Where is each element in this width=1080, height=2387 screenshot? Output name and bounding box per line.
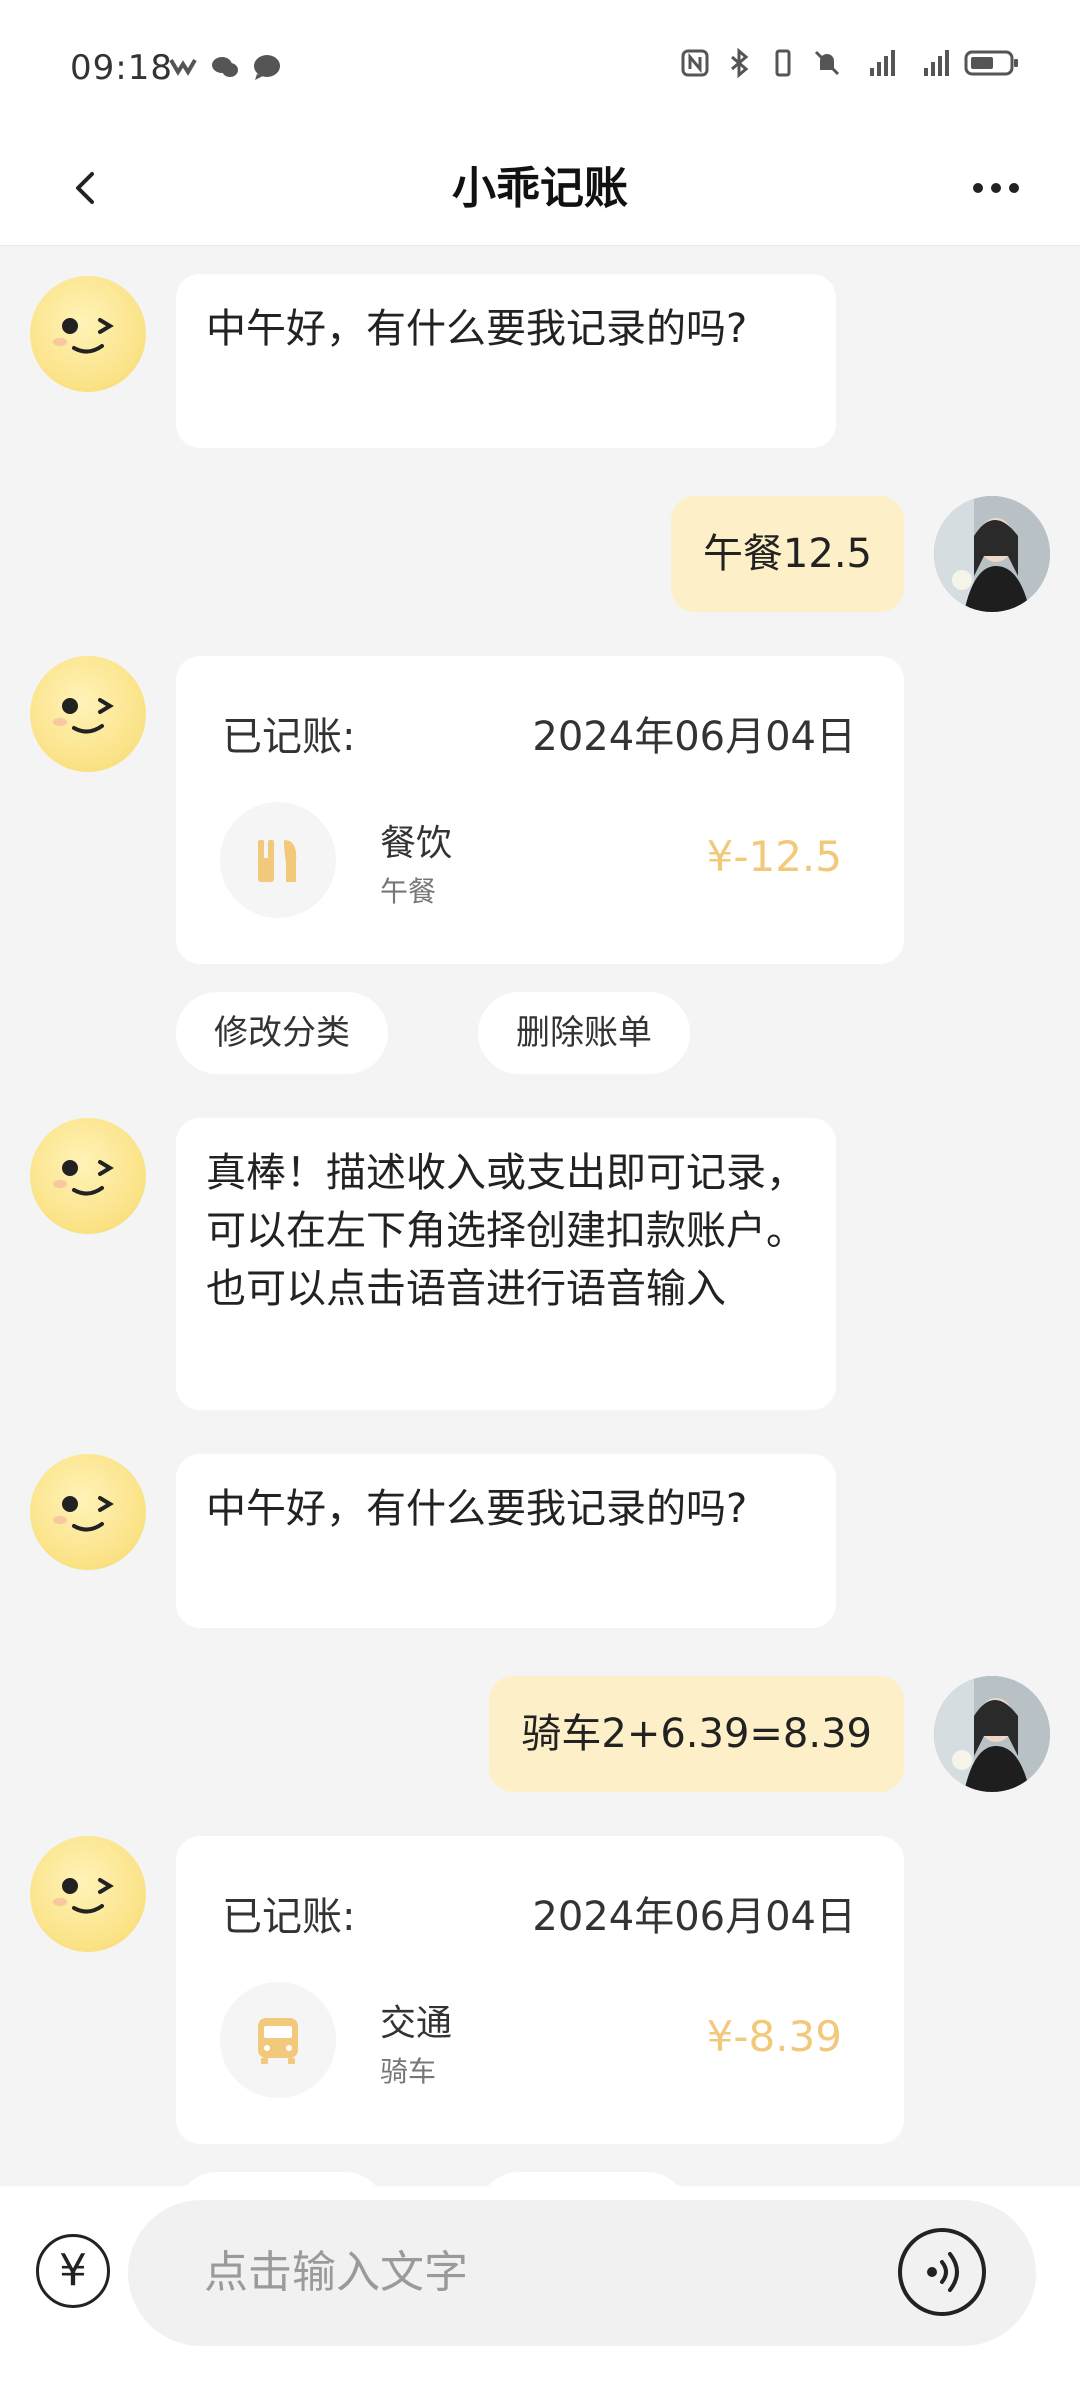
bill-record-card[interactable]: 已记账: 2024年06月04日 交通 骑车 ¥-8.39 — [176, 1836, 904, 2144]
status-bar: 09:18 — [0, 0, 1080, 130]
category-icon-wrap — [220, 802, 336, 918]
record-label: 已记账: — [222, 714, 356, 760]
account-select-button[interactable]: ¥ — [36, 2234, 110, 2308]
status-right-icons — [680, 48, 1020, 78]
vibrate-icon — [775, 49, 791, 77]
top-nav-bar: 小乖记账 — [0, 130, 1080, 246]
bluetooth-icon — [731, 48, 749, 78]
bus-icon — [258, 2018, 298, 2064]
category-name: 交通 — [380, 2003, 453, 2044]
wechat-icon — [212, 57, 238, 77]
status-time: 09:18 — [70, 48, 173, 88]
voice-input-button[interactable] — [898, 2228, 986, 2316]
mute-icon — [814, 50, 840, 76]
category-icon-wrap — [220, 1982, 336, 2098]
wink-face-icon — [53, 698, 114, 734]
signal-5g-icon — [924, 50, 949, 76]
battery-icon — [964, 50, 1018, 76]
wink-face-icon — [53, 1878, 114, 1914]
category-name: 餐饮 — [380, 823, 453, 864]
app-notification-icon — [169, 58, 197, 76]
signal-4g-icon — [870, 50, 895, 76]
user-avatar — [934, 496, 1050, 612]
bot-avatar — [30, 1118, 146, 1234]
bot-avatar — [30, 656, 146, 772]
bot-message: 真棒！描述收入或支出即可记录，可以在左下角选择创建扣款账户。也可以点击语音进行语… — [176, 1118, 836, 1410]
user-avatar — [934, 1676, 1050, 1792]
page-title: 小乖记账 — [452, 163, 628, 214]
wink-face-icon — [53, 1160, 114, 1196]
voice-wave-icon — [927, 2252, 959, 2292]
bot-avatar — [30, 1836, 146, 1952]
record-date: 2024年06月04日 — [532, 714, 856, 760]
delete-bill-button[interactable]: 删除账单 — [478, 992, 690, 1074]
record-label: 已记账: — [222, 1894, 356, 1940]
nfc-icon — [681, 49, 709, 77]
bill-record-card[interactable]: 已记账: 2024年06月04日 餐饮 午餐 ¥-12.5 — [176, 656, 904, 964]
bot-avatar — [30, 276, 146, 392]
fork-knife-icon — [258, 840, 297, 882]
bill-amount: ¥-8.39 — [706, 2012, 842, 2061]
wink-face-icon — [53, 318, 114, 354]
chat-area[interactable]: 中午好，有什么要我记录的吗? 午餐12.5 已记账: 2024年06月04日 餐… — [0, 246, 1080, 2186]
status-left-icons — [168, 52, 282, 82]
bottom-input-bar: ¥ 点击输入文字 — [0, 2186, 1080, 2387]
message-icon — [254, 55, 280, 80]
category-note: 午餐 — [380, 875, 437, 908]
wink-face-icon — [53, 1496, 114, 1532]
category-note: 骑车 — [380, 2055, 437, 2088]
delete-bill-button-partial[interactable] — [478, 2172, 688, 2186]
user-message: 骑车2+6.39=8.39 — [489, 1676, 904, 1792]
bot-message: 中午好，有什么要我记录的吗? — [176, 274, 836, 448]
edit-category-button[interactable]: 修改分类 — [176, 992, 388, 1074]
bill-amount: ¥-12.5 — [706, 832, 842, 881]
more-options-icon[interactable] — [966, 160, 1026, 216]
bot-avatar — [30, 1454, 146, 1570]
edit-category-button-partial[interactable] — [176, 2172, 386, 2186]
user-photo — [934, 496, 1050, 612]
user-message: 午餐12.5 — [670, 496, 904, 612]
record-date: 2024年06月04日 — [532, 1894, 856, 1940]
user-photo — [934, 1676, 1050, 1792]
bot-message: 中午好，有什么要我记录的吗? — [176, 1454, 836, 1628]
